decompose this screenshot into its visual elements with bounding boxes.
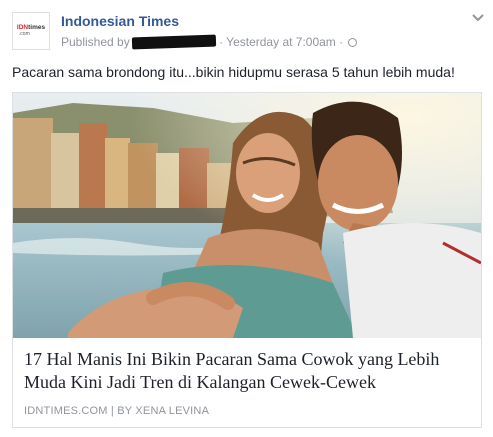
page-name-link[interactable]: Indonesian Times: [61, 13, 179, 29]
article-photo[interactable]: [13, 93, 481, 338]
logo-times-text: times: [28, 24, 46, 31]
post-meta: Published by · Yesterday at 7:00am ·: [61, 34, 358, 50]
article-source: IDNTIMES.COM | BY XENA LEVINA: [24, 405, 210, 417]
post-timestamp[interactable]: · Yesterday at 7:00am ·: [219, 35, 343, 49]
article-headline[interactable]: 17 Hal Manis Ini Bikin Pacaran Sama Cowo…: [24, 348, 474, 394]
published-by-label: Published by: [61, 35, 130, 49]
link-preview-card[interactable]: 17 Hal Manis Ini Bikin Pacaran Sama Cowo…: [12, 92, 482, 428]
facebook-post: IDNtimes .com Indonesian Times Published…: [0, 0, 493, 437]
redacted-author: [131, 34, 216, 50]
logo-com-text: .com: [18, 31, 30, 37]
logo-idn-text: IDN: [16, 24, 29, 31]
chevron-down-icon[interactable]: [471, 13, 485, 23]
globe-icon[interactable]: [348, 38, 358, 47]
page-avatar[interactable]: IDNtimes .com: [12, 12, 50, 50]
idntimes-logo: IDNtimes .com: [17, 24, 45, 38]
post-message: Pacaran sama brondong itu...bikin hidupm…: [12, 64, 455, 80]
